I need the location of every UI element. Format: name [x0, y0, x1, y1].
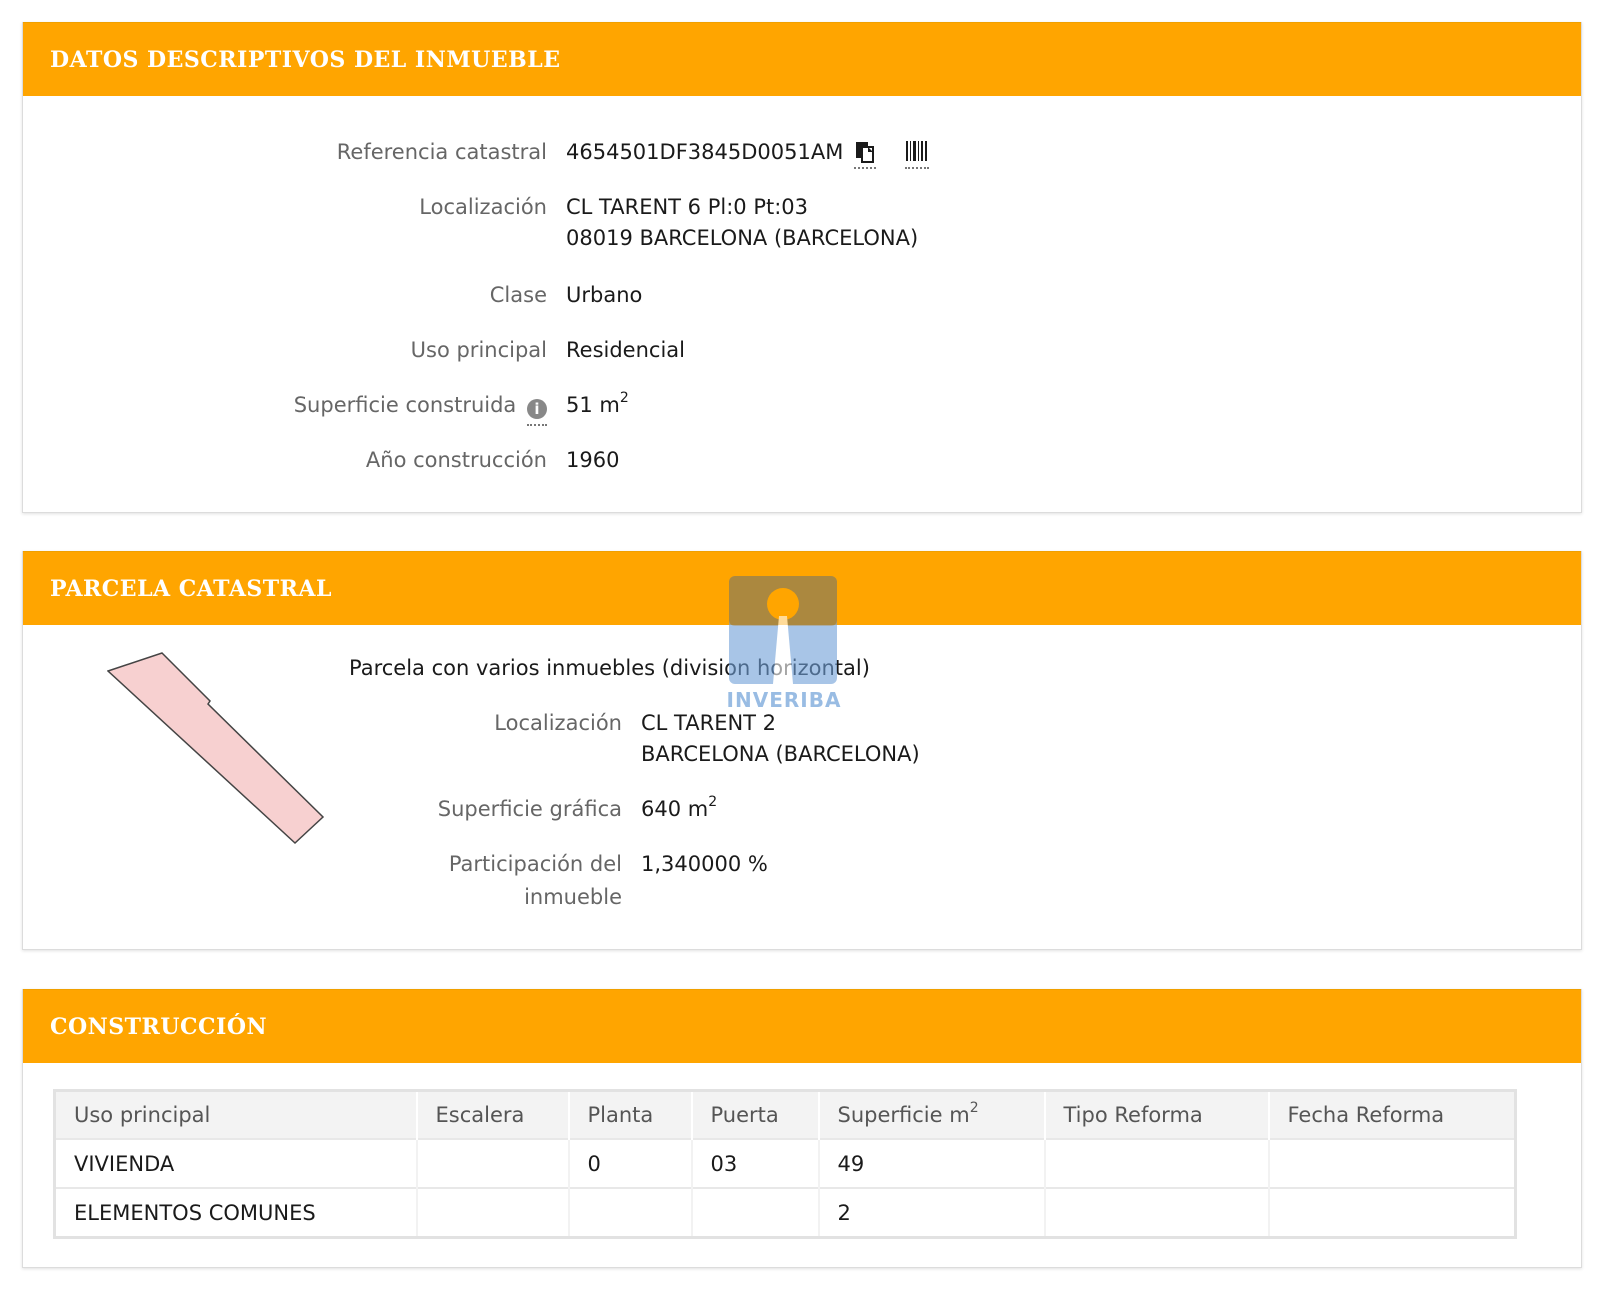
superficie-label-text: Superficie construida [293, 393, 517, 417]
value-localizacion-line2: 08019 BARCELONA (BARCELONA) [566, 226, 919, 250]
label-clase: Clase [489, 283, 547, 307]
col-header-planta: Planta [568, 1090, 693, 1139]
value-superficie-grafica: 640 m2 [641, 793, 717, 825]
superscript: 2 [969, 1100, 979, 1116]
label-referencia: Referencia catastral [336, 140, 547, 164]
value-clase: Urbano [566, 283, 643, 307]
label-participacion-line2: inmueble [524, 885, 622, 909]
cell-escalera [416, 1138, 570, 1188]
superficie-grafica-text: 640 m [641, 797, 709, 821]
table-row: ELEMENTOS COMUNES 2 [54, 1187, 1517, 1238]
info-icon[interactable]: i [527, 389, 547, 426]
value-localizacion-line1: CL TARENT 6 Pl:0 Pt:03 [566, 195, 809, 219]
col-header-superficie: Superficie m2 [818, 1090, 1046, 1139]
value-anio-construccion: 1960 [566, 448, 620, 472]
label-parcela-localizacion: Localización [494, 711, 622, 735]
panel-header: DATOS DESCRIPTIVOS DEL INMUEBLE [23, 22, 1581, 96]
value-parcela-localizacion-line2: BARCELONA (BARCELONA) [641, 742, 920, 766]
col-header-tipo-reforma: Tipo Reforma [1044, 1090, 1270, 1139]
label-localizacion: Localización [419, 195, 547, 219]
col-header-uso-principal: Uso principal [54, 1090, 418, 1139]
superscript: 2 [619, 390, 629, 406]
label-anio-construccion: Año construcción [365, 448, 547, 472]
value-referencia: 4654501DF3845D0051AM [566, 136, 929, 169]
cell-fecha-reforma [1268, 1138, 1517, 1188]
value-participacion: 1,340000 % [641, 852, 768, 876]
panel-title: DATOS DESCRIPTIVOS DEL INMUEBLE [50, 46, 561, 73]
cell-fecha-reforma [1268, 1187, 1517, 1238]
cell-superficie: 2 [818, 1187, 1046, 1238]
cell-tipo-reforma [1044, 1138, 1270, 1188]
cell-escalera [416, 1187, 570, 1238]
label-uso-principal: Uso principal [410, 338, 547, 362]
cell-uso: VIVIENDA [54, 1138, 418, 1188]
referencia-text: 4654501DF3845D0051AM [566, 140, 844, 164]
watermark-text: INVERIBA [726, 688, 842, 712]
panel-datos-descriptivos: DATOS DESCRIPTIVOS DEL INMUEBLE Referenc… [22, 22, 1582, 513]
label-superficie-grafica: Superficie gráfica [437, 797, 622, 821]
panel-title: CONSTRUCCIÓN [50, 1013, 268, 1040]
col-header-fecha-reforma: Fecha Reforma [1268, 1090, 1517, 1139]
parcel-shape-image [107, 652, 325, 845]
inveriba-watermark-logo: INVERIBA [727, 576, 840, 716]
cell-planta [568, 1187, 693, 1238]
col-header-puerta: Puerta [691, 1090, 820, 1139]
table-row: VIVIENDA 0 03 49 [54, 1138, 1517, 1188]
superficie-header-text: Superficie m [837, 1103, 970, 1127]
label-participacion-line1: Participación del [448, 852, 622, 876]
value-uso-principal: Residencial [566, 338, 685, 362]
panel-construccion: CONSTRUCCIÓN Uso principal Escalera Plan… [22, 989, 1582, 1268]
cell-uso: ELEMENTOS COMUNES [54, 1187, 418, 1238]
panel-title: PARCELA CATASTRAL [50, 575, 332, 602]
superficie-value-text: 51 m [566, 393, 620, 417]
panel-header: CONSTRUCCIÓN [23, 989, 1581, 1063]
cell-puerta [691, 1187, 820, 1238]
value-superficie-construida: 51 m2 [566, 389, 629, 421]
label-superficie-construida: Superficie construida i [294, 389, 547, 426]
cell-planta: 0 [568, 1138, 693, 1188]
col-header-escalera: Escalera [416, 1090, 570, 1139]
superscript: 2 [708, 794, 718, 810]
cell-superficie: 49 [818, 1138, 1046, 1188]
table-header-row: Uso principal Escalera Planta Puerta Sup… [54, 1090, 1517, 1139]
cell-puerta: 03 [691, 1138, 820, 1188]
construccion-table: Uso principal Escalera Planta Puerta Sup… [53, 1089, 1517, 1239]
cell-tipo-reforma [1044, 1187, 1270, 1238]
barcode-icon[interactable] [904, 140, 929, 169]
copy-icon[interactable] [854, 140, 877, 169]
